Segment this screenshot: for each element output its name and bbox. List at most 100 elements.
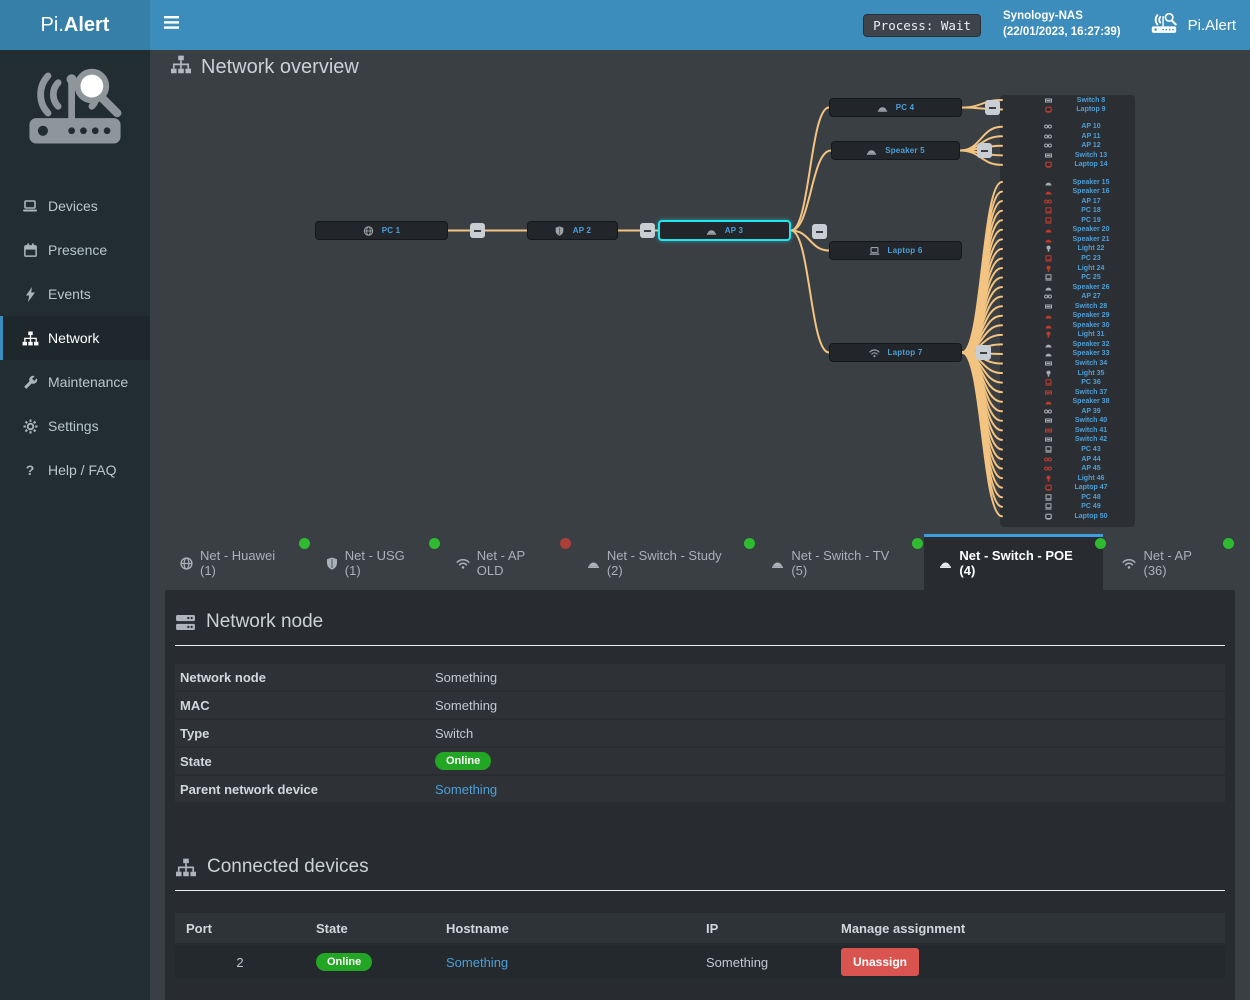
device-list-item[interactable]: Speaker 33 <box>1000 349 1135 358</box>
device-list-item[interactable]: Speaker 21 <box>1000 235 1135 244</box>
sidebar-toggle-button[interactable] <box>164 0 198 50</box>
device-list-item[interactable]: Laptop 50 <box>1000 512 1135 521</box>
device-list-item[interactable]: Speaker 32 <box>1000 340 1135 349</box>
globe-icon <box>363 226 374 236</box>
device-list-item[interactable]: PC 43 <box>1000 445 1135 454</box>
device-list-item[interactable]: Speaker 20 <box>1000 225 1135 234</box>
action-cell: Unassign <box>830 948 1225 976</box>
row-value: Switch <box>435 726 473 741</box>
host-name: Synology-NAS <box>1003 9 1121 25</box>
diagram-node-ap2[interactable]: AP 2 <box>527 221 618 240</box>
device-list-item[interactable]: Laptop 14 <box>1000 160 1135 169</box>
device-list-item[interactable]: Light 46 <box>1000 474 1135 483</box>
device-list-item[interactable]: PC 36 <box>1000 378 1135 387</box>
hostname-cell: Something <box>435 955 695 970</box>
speaker-icon <box>1044 312 1052 320</box>
device-list-item[interactable]: AP 12 <box>1000 141 1135 150</box>
device-list-item[interactable]: Switch 40 <box>1000 416 1135 425</box>
device-list-item[interactable]: AP 45 <box>1000 464 1135 473</box>
app-logo[interactable]: Pi.Alert <box>1149 12 1236 39</box>
diagram-node-pc1[interactable]: PC 1 <box>315 221 448 240</box>
device-list-item[interactable]: PC 48 <box>1000 493 1135 502</box>
node-label: Laptop 6 <box>888 246 923 255</box>
device-list-item[interactable]: Switch 42 <box>1000 435 1135 444</box>
device-list-item[interactable]: Switch 8 <box>1000 96 1135 105</box>
port-cell: 2 <box>175 955 305 970</box>
diagram-node-pc4[interactable]: PC 4 <box>829 98 962 117</box>
diagram-node-laptop7[interactable]: Laptop 7 <box>829 343 962 362</box>
device-list-item[interactable]: PC 23 <box>1000 254 1135 263</box>
top-bar: Pi.Alert Process: Wait Synology-NAS (22/… <box>0 0 1250 50</box>
device-list-item[interactable]: AP 10 <box>1000 122 1135 131</box>
device-list-item[interactable]: Speaker 38 <box>1000 397 1135 406</box>
device-list-item[interactable]: Switch 13 <box>1000 151 1135 160</box>
device-list-item[interactable]: Light 22 <box>1000 244 1135 253</box>
building-icon <box>877 103 888 113</box>
parent-device-link[interactable]: Something <box>435 782 497 797</box>
device-list-item[interactable]: PC 49 <box>1000 502 1135 511</box>
pc-icon <box>1044 254 1052 262</box>
calendar-icon <box>21 243 39 258</box>
device-list-item[interactable]: Speaker 15 <box>1000 178 1135 187</box>
switch-icon <box>1044 302 1052 310</box>
section-divider <box>175 645 1225 646</box>
hostname-link[interactable]: Something <box>446 955 508 970</box>
device-list-item[interactable]: Laptop 47 <box>1000 483 1135 492</box>
device-label: Speaker 32 <box>1052 341 1130 348</box>
sidebar-item-network[interactable]: Network <box>0 316 150 360</box>
collapse-minus-button[interactable] <box>977 143 992 158</box>
device-list-item[interactable]: Switch 28 <box>1000 302 1135 311</box>
sidebar-item-settings[interactable]: Settings <box>0 404 150 448</box>
diagram-node-laptop6[interactable]: Laptop 6 <box>829 241 962 260</box>
device-list-item[interactable]: AP 44 <box>1000 455 1135 464</box>
device-list-item[interactable]: Speaker 16 <box>1000 187 1135 196</box>
device-list-item[interactable]: AP 11 <box>1000 132 1135 141</box>
row-label: Type <box>175 726 435 741</box>
device-list-item[interactable]: Light 24 <box>1000 264 1135 273</box>
device-list-item[interactable]: Speaker 26 <box>1000 283 1135 292</box>
network-node-row: Network nodeSomething <box>175 664 1225 690</box>
device-list-item[interactable]: Light 35 <box>1000 369 1135 378</box>
diagram-node-ap3[interactable]: AP 3 <box>658 220 791 241</box>
diagram-node-speaker5[interactable]: Speaker 5 <box>831 141 960 160</box>
sidebar-item-presence[interactable]: Presence <box>0 228 150 272</box>
device-list-item[interactable]: PC 19 <box>1000 216 1135 225</box>
sidebar-item-events[interactable]: Events <box>0 272 150 316</box>
device-label: Light 24 <box>1052 265 1130 272</box>
sidebar-item-label: Events <box>48 286 91 302</box>
device-list-item[interactable]: AP 27 <box>1000 292 1135 301</box>
network-node-row: MACSomething <box>175 692 1225 718</box>
device-list-item[interactable]: Speaker 29 <box>1000 311 1135 320</box>
device-list-item[interactable]: Switch 37 <box>1000 388 1135 397</box>
shield-icon <box>554 226 565 236</box>
speaker-icon <box>1044 226 1052 234</box>
sidebar-item-help-faq[interactable]: ?Help / FAQ <box>0 448 150 492</box>
collapse-minus-button[interactable] <box>470 223 485 238</box>
device-label: Switch 37 <box>1052 389 1130 396</box>
device-list-item[interactable]: Switch 41 <box>1000 426 1135 435</box>
pc-icon <box>1044 274 1052 282</box>
device-list-item[interactable]: AP 39 <box>1000 407 1135 416</box>
device-list-item[interactable]: AP 17 <box>1000 197 1135 206</box>
collapse-minus-button[interactable] <box>640 223 655 238</box>
device-list-item[interactable]: Laptop 9 <box>1000 105 1135 114</box>
device-list-item[interactable]: Speaker 30 <box>1000 321 1135 330</box>
brand-logo[interactable]: Pi.Alert <box>0 0 150 50</box>
sidebar-item-devices[interactable]: Devices <box>0 184 150 228</box>
device-list-item[interactable]: PC 25 <box>1000 273 1135 282</box>
device-list-item[interactable]: Switch 34 <box>1000 359 1135 368</box>
column-header: Hostname <box>435 921 695 936</box>
device-label: Speaker 26 <box>1052 284 1130 291</box>
laptop-icon <box>21 199 39 213</box>
sidebar-item-maintenance[interactable]: Maintenance <box>0 360 150 404</box>
device-label: Laptop 47 <box>1052 484 1130 491</box>
collapse-minus-button[interactable] <box>985 100 1000 115</box>
minus-icon <box>644 230 651 232</box>
collapse-minus-button[interactable] <box>976 345 991 360</box>
collapse-minus-button[interactable] <box>812 224 827 239</box>
column-header: State <box>305 921 435 936</box>
connected-devices-section-header: Connected devices <box>175 804 1225 878</box>
device-list-item[interactable]: PC 18 <box>1000 206 1135 215</box>
unassign-button[interactable]: Unassign <box>841 948 919 976</box>
device-list-item[interactable]: Light 31 <box>1000 330 1135 339</box>
